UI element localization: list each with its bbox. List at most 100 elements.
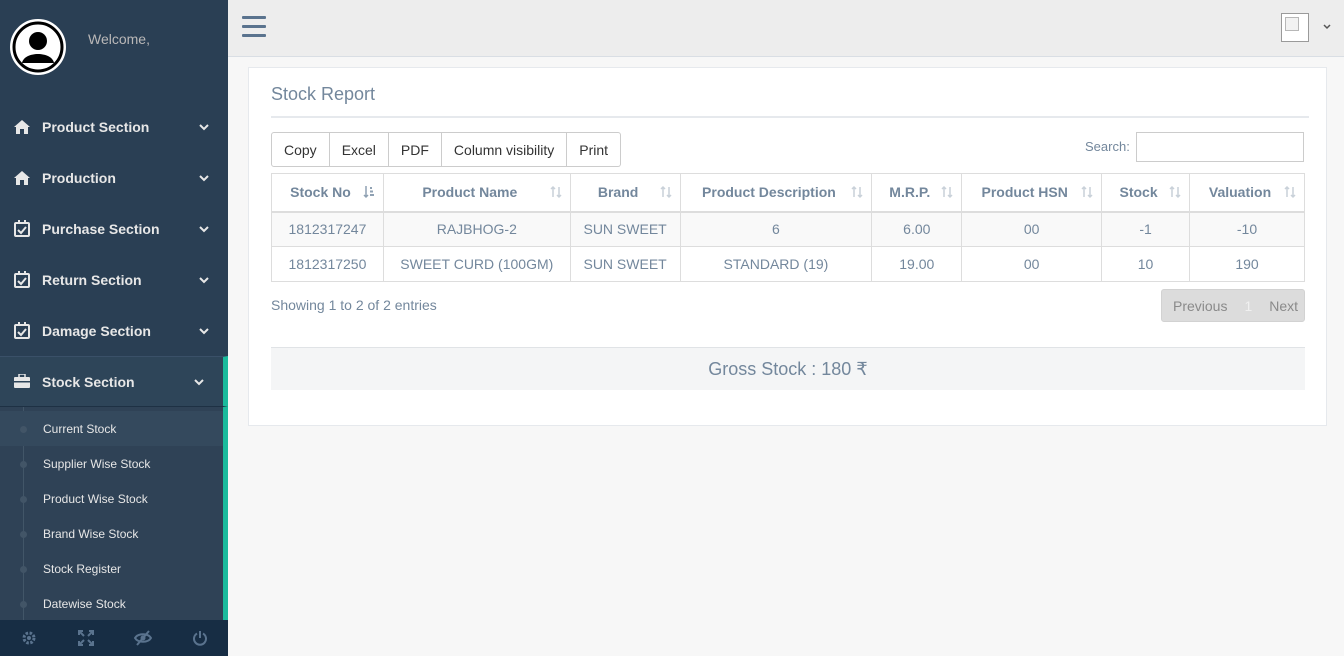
chevron-down-icon[interactable]	[1322, 22, 1332, 32]
sidebar-item-label: Production	[42, 169, 116, 186]
cell-product-hsn: 00	[961, 211, 1103, 247]
user-avatar-icon	[12, 21, 64, 73]
cell-product-name: RAJBHOG-2	[382, 211, 571, 247]
sort-icon	[660, 186, 672, 199]
column-header-mrp[interactable]: M.R.P.	[871, 173, 963, 213]
chevron-down-icon	[194, 378, 204, 385]
submenu-item-product-wise-stock[interactable]: Product Wise Stock	[0, 481, 223, 516]
stock-submenu: Current Stock Supplier Wise Stock Produc…	[0, 407, 228, 623]
cell-product-name: SWEET CURD (100GM)	[382, 246, 571, 282]
welcome-text: Welcome,	[88, 31, 150, 47]
sidebar-item-label: Return Section	[42, 271, 142, 288]
chevron-down-icon	[199, 123, 209, 130]
column-header-valuation[interactable]: Valuation	[1189, 173, 1305, 213]
cell-stock: 10	[1101, 246, 1191, 282]
chevron-down-icon	[199, 174, 209, 181]
cell-valuation: -10	[1189, 211, 1305, 247]
previous-page-button[interactable]: Previous	[1162, 298, 1238, 314]
sidebar-menu: Product Section Production Purchase Sect…	[0, 101, 228, 623]
chevron-down-icon	[199, 276, 209, 283]
header-label: Stock No	[290, 184, 351, 201]
header-label: Product Name	[422, 184, 518, 201]
top-nav	[228, 0, 1344, 57]
header-label: M.R.P.	[889, 184, 931, 201]
lock-icon[interactable]	[114, 620, 171, 656]
sidebar-item-label: Stock Section	[42, 373, 135, 390]
sidebar-item-return-section[interactable]: Return Section	[0, 254, 228, 305]
cell-valuation: 190	[1189, 246, 1305, 282]
column-header-stock-no[interactable]: Stock No	[271, 173, 384, 213]
export-button-group: Copy Excel PDF Column visibility Print	[271, 132, 622, 167]
cell-stock-no: 1812317250	[271, 246, 384, 282]
cell-product-description: STANDARD (19)	[679, 246, 873, 282]
column-header-product-hsn[interactable]: Product HSN	[961, 173, 1103, 213]
next-page-button[interactable]: Next	[1258, 298, 1309, 314]
fullscreen-icon[interactable]	[57, 620, 114, 656]
column-header-brand[interactable]: Brand	[569, 173, 681, 213]
cell-brand: SUN SWEET	[569, 246, 681, 282]
profile: Welcome,	[0, 0, 228, 88]
cell-product-description: 6	[679, 211, 873, 247]
sort-icon	[941, 186, 953, 199]
home-icon	[12, 118, 32, 136]
sidebar-item-production[interactable]: Production	[0, 152, 228, 203]
sort-icon	[550, 186, 562, 199]
sidebar-item-damage-section[interactable]: Damage Section	[0, 305, 228, 356]
pdf-button[interactable]: PDF	[388, 132, 442, 167]
cell-stock-no: 1812317247	[271, 211, 384, 247]
divider	[271, 116, 1309, 118]
column-header-product-description[interactable]: Product Description	[679, 173, 873, 213]
header-label: Stock	[1119, 184, 1158, 201]
column-visibility-button[interactable]: Column visibility	[441, 132, 568, 167]
stock-report-panel: Stock Report Copy Excel PDF Column visib…	[248, 67, 1327, 426]
home-icon	[12, 169, 32, 187]
sort-asc-icon	[363, 186, 374, 199]
search-input[interactable]	[1136, 132, 1304, 162]
column-header-product-name[interactable]: Product Name	[382, 173, 571, 213]
sidebar-item-purchase-section[interactable]: Purchase Section	[0, 203, 228, 254]
chevron-down-icon	[199, 327, 209, 334]
cell-product-hsn: 00	[961, 246, 1103, 282]
cell-mrp: 19.00	[871, 246, 963, 282]
settings-icon[interactable]	[0, 620, 57, 656]
header-label: Valuation	[1208, 184, 1272, 201]
menu-toggle-icon[interactable]	[242, 16, 266, 38]
excel-button[interactable]: Excel	[329, 132, 389, 167]
sidebar-item-label: Product Section	[42, 118, 150, 135]
chevron-down-icon	[199, 225, 209, 232]
briefcase-icon	[12, 373, 32, 391]
sidebar-item-label: Damage Section	[42, 322, 151, 339]
submenu-item-datewise-stock[interactable]: Datewise Stock	[0, 586, 223, 621]
page-number-button[interactable]: 1	[1238, 298, 1258, 314]
submenu-item-brand-wise-stock[interactable]: Brand Wise Stock	[0, 516, 223, 551]
calendar-check-icon	[12, 271, 32, 289]
calendar-check-icon	[12, 322, 32, 340]
table-info: Showing 1 to 2 of 2 entries	[271, 297, 437, 313]
cell-brand: SUN SWEET	[569, 211, 681, 247]
cell-mrp: 6.00	[871, 211, 963, 247]
avatar[interactable]	[10, 19, 66, 75]
sidebar: Welcome, Product Section Production Purc…	[0, 0, 228, 656]
submenu-item-supplier-wise-stock[interactable]: Supplier Wise Stock	[0, 446, 223, 481]
panel-title: Stock Report	[271, 84, 376, 104]
power-icon[interactable]	[171, 620, 228, 656]
submenu-item-stock-register[interactable]: Stock Register	[0, 551, 223, 586]
sidebar-item-label: Purchase Section	[42, 220, 160, 237]
sort-icon	[851, 186, 863, 199]
copy-button[interactable]: Copy	[271, 132, 330, 167]
header-label: Product Description	[702, 184, 836, 201]
print-button[interactable]: Print	[567, 132, 622, 167]
sidebar-item-product-section[interactable]: Product Section	[0, 101, 228, 152]
sort-icon	[1169, 186, 1181, 199]
header-label: Brand	[597, 184, 639, 201]
pagination: Previous 1 Next	[1161, 289, 1305, 322]
submenu-item-current-stock[interactable]: Current Stock	[0, 411, 223, 446]
column-header-stock[interactable]: Stock	[1101, 173, 1191, 213]
gross-stock-total: Gross Stock : 180 ₹	[271, 347, 1305, 390]
sidebar-footer	[0, 620, 228, 656]
sort-icon	[1284, 186, 1296, 199]
user-profile-image[interactable]	[1281, 13, 1309, 42]
search-label: Search:	[1085, 139, 1130, 154]
sort-icon	[1081, 186, 1093, 199]
sidebar-item-stock-section[interactable]: Stock Section	[0, 356, 228, 407]
